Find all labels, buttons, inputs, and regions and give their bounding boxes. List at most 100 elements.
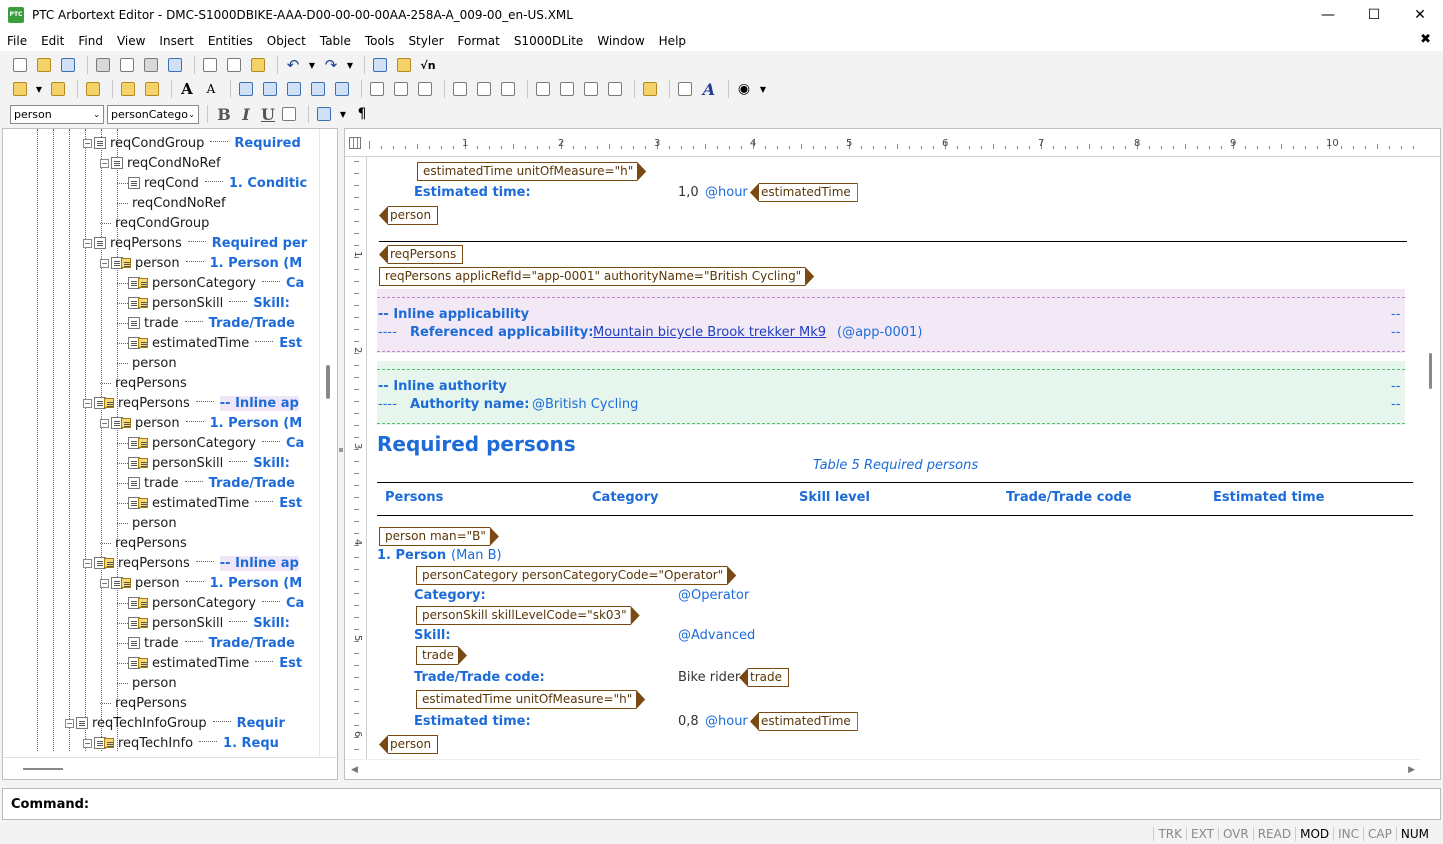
table-insert-row-below-icon[interactable] (260, 79, 280, 99)
redo-icon[interactable]: ↷ (321, 55, 341, 75)
tree-hscroll-thumb[interactable] (23, 768, 63, 770)
valign-bottom-icon[interactable] (498, 79, 518, 99)
collapse-toggle-icon[interactable]: − (83, 138, 92, 148)
tag-end-estimatedTime[interactable]: estimatedTime (750, 712, 858, 731)
collapse-toggle-icon[interactable]: − (83, 738, 92, 748)
collapse-toggle-icon[interactable]: − (100, 418, 109, 428)
align-right-icon[interactable] (581, 79, 601, 99)
tag-end-person[interactable]: person (379, 206, 439, 225)
modify-attributes-icon[interactable] (118, 79, 138, 99)
menu-help[interactable]: Help (652, 34, 693, 48)
close-document-icon[interactable]: ✖ (1420, 32, 1431, 47)
new-document-icon[interactable] (10, 55, 30, 75)
collapse-toggle-icon[interactable]: − (100, 578, 109, 588)
table-properties-icon[interactable] (640, 79, 660, 99)
cell-properties-icon[interactable] (675, 79, 695, 99)
tree-node[interactable]: − reqTechInfo 1. Requ (83, 733, 279, 753)
entity-icon[interactable] (142, 79, 162, 99)
tree-node[interactable]: trade Trade/Trade (117, 313, 295, 333)
tree-node[interactable]: reqPersons (100, 533, 187, 553)
menu-format[interactable]: Format (451, 34, 507, 48)
graphic-icon[interactable] (394, 55, 414, 75)
tree-node[interactable]: trade Trade/Trade (117, 633, 295, 653)
document-view[interactable]: estimatedTime unitOfMeasure="h" Estimate… (367, 157, 1419, 761)
applicability-link[interactable]: Mountain bicycle Brook trekker Mk9 (593, 325, 826, 340)
editor-scroll-thumb[interactable] (1429, 353, 1432, 389)
valign-middle-icon[interactable] (474, 79, 494, 99)
indent-icon[interactable] (314, 104, 334, 124)
tree-node[interactable]: personCategory Ca (117, 273, 304, 293)
tag-end-person[interactable]: person (379, 735, 439, 754)
fill-color-icon[interactable]: ◉ (734, 79, 754, 99)
copy-icon[interactable] (224, 55, 244, 75)
collapse-toggle-icon[interactable]: − (83, 238, 92, 248)
applicability-link-text[interactable]: Mountain bicycle Brook trekker Mk9 (593, 325, 826, 340)
spell-check-icon[interactable] (165, 55, 185, 75)
editor-pane[interactable]: 1 2 3 4 5 6 7 8 9 10 1 2 3 4 5 6 ◀ ▶ estimatedTime uni… (344, 128, 1441, 780)
bold-button[interactable]: B (213, 105, 235, 124)
decrease-font-icon[interactable]: A (201, 79, 221, 99)
bulleted-list-icon[interactable] (279, 104, 299, 124)
tree-node[interactable]: personSkill Skill: (117, 293, 290, 313)
tree-node[interactable]: estimatedTime Est (117, 333, 302, 353)
show-paragraph-marks-button[interactable]: ¶ (352, 104, 372, 124)
menu-table[interactable]: Table (313, 34, 358, 48)
close-button[interactable]: ✕ (1397, 0, 1443, 30)
tag-start-personCategory[interactable]: personCategory personCategoryCode="Opera… (416, 566, 736, 585)
collapse-toggle-icon[interactable]: − (83, 558, 92, 568)
tree-node[interactable]: personCategory Ca (117, 433, 304, 453)
tree-scroll-thumb[interactable] (326, 365, 330, 399)
tree-node[interactable]: reqPersons (100, 373, 187, 393)
change-markup-icon[interactable] (48, 79, 68, 99)
tree-node[interactable]: − reqTechInfoGroup Requir (65, 713, 285, 733)
tree-node[interactable]: personSkill Skill: (117, 613, 290, 633)
redo-dropdown-icon[interactable]: ▼ (345, 55, 355, 75)
tree-vertical-scrollbar[interactable] (319, 129, 337, 757)
table-icon[interactable] (370, 55, 390, 75)
document-map-pane[interactable]: − reqCondGroup Required − reqCondNoRef reqCon… (2, 128, 338, 780)
paste-icon[interactable] (248, 55, 268, 75)
tree-node[interactable]: − reqPersons -- Inline ap (83, 553, 299, 573)
undo-dropdown-icon[interactable]: ▼ (307, 55, 317, 75)
table-column-icon[interactable] (332, 79, 352, 99)
table-insert-column-right-icon[interactable] (308, 79, 328, 99)
menu-tools[interactable]: Tools (358, 34, 402, 48)
tree-node[interactable]: − person 1. Person (M (100, 573, 302, 593)
print-preview-icon[interactable] (117, 55, 137, 75)
style-select[interactable]: personCatego ⌄ (107, 104, 199, 124)
editor-horizontal-scrollbar[interactable]: ◀ ▶ (345, 759, 1421, 779)
tree-node[interactable]: personCategory Ca (117, 593, 304, 613)
table-join-icon[interactable] (391, 79, 411, 99)
collapse-toggle-icon[interactable]: − (83, 398, 92, 408)
tree-node[interactable]: − person 1. Person (M (100, 253, 302, 273)
command-bar[interactable]: Command: (2, 788, 1441, 820)
tree-node[interactable]: − reqCondGroup Required (83, 133, 301, 153)
maximize-button[interactable]: ☐ (1351, 0, 1397, 30)
increase-font-icon[interactable]: A (177, 79, 197, 99)
menu-file[interactable]: File (0, 34, 34, 48)
align-left-icon[interactable] (533, 79, 553, 99)
table-delete-icon[interactable] (415, 79, 435, 99)
minimize-button[interactable]: — (1305, 0, 1351, 30)
tree-node[interactable]: person (117, 673, 177, 693)
tree-node[interactable]: reqCondGroup (100, 213, 209, 233)
open-folder-icon[interactable] (34, 55, 54, 75)
equation-icon[interactable]: √n (418, 55, 438, 75)
tree-node[interactable]: reqPersons (100, 693, 187, 713)
scroll-right-icon[interactable]: ▶ (1408, 765, 1415, 775)
tag-start-estimatedTime[interactable]: estimatedTime unitOfMeasure="h" (417, 162, 646, 181)
editor-vertical-scrollbar[interactable] (1420, 157, 1440, 761)
grid-icon[interactable] (349, 137, 361, 149)
tag-start-personSkill[interactable]: personSkill skillLevelCode="sk03" (416, 606, 640, 625)
menu-styler[interactable]: Styler (401, 34, 450, 48)
element-select[interactable]: person ⌄ (10, 104, 104, 124)
table-insert-row-above-icon[interactable] (236, 79, 256, 99)
tree-node[interactable]: trade Trade/Trade (117, 473, 295, 493)
tag-end-estimatedTime[interactable]: estimatedTime (750, 183, 858, 202)
undo-icon[interactable]: ↶ (283, 55, 303, 75)
menu-view[interactable]: View (110, 34, 152, 48)
collapse-toggle-icon[interactable]: − (65, 718, 74, 728)
menu-find[interactable]: Find (71, 34, 110, 48)
tree-node[interactable]: − reqPersons Required per (83, 233, 307, 253)
find-binoculars-icon[interactable] (141, 55, 161, 75)
